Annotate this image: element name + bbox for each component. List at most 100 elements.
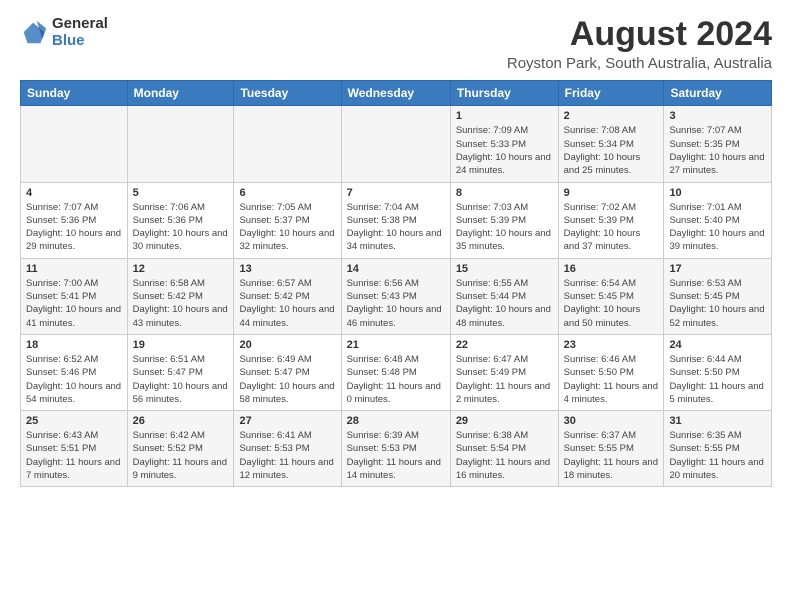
col-friday: Friday <box>558 81 664 106</box>
calendar-cell: 3 Sunrise: 7:07 AM Sunset: 5:35 PM Daylig… <box>664 106 772 182</box>
day-info: Sunrise: 6:35 AM Sunset: 5:55 PM Dayligh… <box>669 429 766 482</box>
calendar-cell: 24Sunrise: 6:44 AM Sunset: 5:50 PM Dayli… <box>664 334 772 410</box>
calendar-cell: 7 Sunrise: 7:04 AM Sunset: 5:38 PM Daylig… <box>341 182 450 258</box>
calendar-table: Sunday Monday Tuesday Wednesday Thursday… <box>20 80 772 487</box>
day-number: 5 <box>133 187 229 199</box>
calendar-cell: 5 Sunrise: 7:06 AM Sunset: 5:36 PM Daylig… <box>127 182 234 258</box>
calendar-cell: 2Sunrise: 7:08 AM Sunset: 5:34 PM Daylig… <box>558 106 664 182</box>
calendar-cell: 31Sunrise: 6:35 AM Sunset: 5:55 PM Dayli… <box>664 411 772 487</box>
day-info: Sunrise: 6:57 AM Sunset: 5:42 PM Dayligh… <box>239 277 335 330</box>
day-number: 11 <box>26 263 122 275</box>
day-info: Sunrise: 7:09 AM Sunset: 5:33 PM Dayligh… <box>456 124 553 177</box>
day-info: Sunrise: 6:53 AM Sunset: 5:45 PM Dayligh… <box>669 277 766 330</box>
calendar-cell: 14Sunrise: 6:56 AM Sunset: 5:43 PM Dayli… <box>341 258 450 334</box>
main-title: August 2024 <box>507 16 772 53</box>
day-info: Sunrise: 6:49 AM Sunset: 5:47 PM Dayligh… <box>239 353 335 406</box>
subtitle: Royston Park, South Australia, Australia <box>507 55 772 72</box>
calendar-cell: 17 Sunrise: 6:53 AM Sunset: 5:45 PM Dayli… <box>664 258 772 334</box>
calendar-cell: 11 Sunrise: 7:00 AM Sunset: 5:41 PM Dayli… <box>21 258 128 334</box>
calendar-page: General Blue August 2024 Royston Park, S… <box>0 0 792 497</box>
logo: General Blue <box>20 16 108 49</box>
calendar-cell <box>21 106 128 182</box>
day-number: 25 <box>26 415 122 427</box>
calendar-cell: 12 Sunrise: 6:58 AM Sunset: 5:42 PM Dayli… <box>127 258 234 334</box>
calendar-cell <box>127 106 234 182</box>
day-info: Sunrise: 6:48 AM Sunset: 5:48 PM Dayligh… <box>347 353 445 406</box>
calendar-cell: 4Sunrise: 7:07 AM Sunset: 5:36 PM Daylig… <box>21 182 128 258</box>
day-number: 8 <box>456 187 553 199</box>
day-number: 18 <box>26 339 122 351</box>
day-info: Sunrise: 6:46 AM Sunset: 5:50 PM Dayligh… <box>564 353 659 406</box>
day-number: 12 <box>133 263 229 275</box>
calendar-cell: 22 Sunrise: 6:47 AM Sunset: 5:49 PM Dayli… <box>450 334 558 410</box>
calendar-week-5: 25Sunrise: 6:43 AM Sunset: 5:51 PM Dayli… <box>21 411 772 487</box>
calendar-cell <box>234 106 341 182</box>
day-number: 10 <box>669 187 766 199</box>
day-number: 16 <box>564 263 659 275</box>
calendar-cell: 23 Sunrise: 6:46 AM Sunset: 5:50 PM Dayli… <box>558 334 664 410</box>
day-info: Sunrise: 6:55 AM Sunset: 5:44 PM Dayligh… <box>456 277 553 330</box>
calendar-cell: 30 Sunrise: 6:37 AM Sunset: 5:55 PM Dayli… <box>558 411 664 487</box>
day-number: 23 <box>564 339 659 351</box>
day-info: Sunrise: 7:06 AM Sunset: 5:36 PM Dayligh… <box>133 201 229 254</box>
header: General Blue August 2024 Royston Park, S… <box>20 16 772 72</box>
day-info: Sunrise: 6:42 AM Sunset: 5:52 PM Dayligh… <box>133 429 229 482</box>
col-saturday: Saturday <box>664 81 772 106</box>
day-info: Sunrise: 6:38 AM Sunset: 5:54 PM Dayligh… <box>456 429 553 482</box>
day-number: 22 <box>456 339 553 351</box>
day-info: Sunrise: 6:47 AM Sunset: 5:49 PM Dayligh… <box>456 353 553 406</box>
calendar-cell: 8 Sunrise: 7:03 AM Sunset: 5:39 PM Daylig… <box>450 182 558 258</box>
logo-text: General Blue <box>52 16 108 49</box>
calendar-cell: 16 Sunrise: 6:54 AM Sunset: 5:45 PM Dayli… <box>558 258 664 334</box>
col-thursday: Thursday <box>450 81 558 106</box>
day-number: 28 <box>347 415 445 427</box>
day-info: Sunrise: 7:01 AM Sunset: 5:40 PM Dayligh… <box>669 201 766 254</box>
col-sunday: Sunday <box>21 81 128 106</box>
title-block: August 2024 Royston Park, South Australi… <box>507 16 772 72</box>
calendar-cell <box>341 106 450 182</box>
day-number: 17 <box>669 263 766 275</box>
day-number: 19 <box>133 339 229 351</box>
calendar-week-4: 18 Sunrise: 6:52 AM Sunset: 5:46 PM Dayli… <box>21 334 772 410</box>
day-info: Sunrise: 7:08 AM Sunset: 5:34 PM Dayligh… <box>564 124 659 177</box>
logo-icon <box>20 19 48 47</box>
calendar-cell: 9 Sunrise: 7:02 AM Sunset: 5:39 PM Daylig… <box>558 182 664 258</box>
calendar-body: 1 Sunrise: 7:09 AM Sunset: 5:33 PM Daylig… <box>21 106 772 487</box>
day-info: Sunrise: 6:39 AM Sunset: 5:53 PM Dayligh… <box>347 429 445 482</box>
calendar-week-3: 11 Sunrise: 7:00 AM Sunset: 5:41 PM Dayli… <box>21 258 772 334</box>
day-number: 29 <box>456 415 553 427</box>
day-number: 9 <box>564 187 659 199</box>
calendar-header: Sunday Monday Tuesday Wednesday Thursday… <box>21 81 772 106</box>
day-info: Sunrise: 6:54 AM Sunset: 5:45 PM Dayligh… <box>564 277 659 330</box>
day-info: Sunrise: 7:05 AM Sunset: 5:37 PM Dayligh… <box>239 201 335 254</box>
day-number: 3 <box>669 110 766 122</box>
day-info: Sunrise: 7:04 AM Sunset: 5:38 PM Dayligh… <box>347 201 445 254</box>
day-info: Sunrise: 7:02 AM Sunset: 5:39 PM Dayligh… <box>564 201 659 254</box>
day-info: Sunrise: 6:58 AM Sunset: 5:42 PM Dayligh… <box>133 277 229 330</box>
day-info: Sunrise: 6:41 AM Sunset: 5:53 PM Dayligh… <box>239 429 335 482</box>
day-number: 30 <box>564 415 659 427</box>
calendar-week-1: 1 Sunrise: 7:09 AM Sunset: 5:33 PM Daylig… <box>21 106 772 182</box>
day-info: Sunrise: 6:52 AM Sunset: 5:46 PM Dayligh… <box>26 353 122 406</box>
day-info: Sunrise: 6:37 AM Sunset: 5:55 PM Dayligh… <box>564 429 659 482</box>
logo-general: General <box>52 16 108 33</box>
day-number: 1 <box>456 110 553 122</box>
col-monday: Monday <box>127 81 234 106</box>
day-info: Sunrise: 7:07 AM Sunset: 5:35 PM Dayligh… <box>669 124 766 177</box>
day-number: 21 <box>347 339 445 351</box>
header-row: Sunday Monday Tuesday Wednesday Thursday… <box>21 81 772 106</box>
day-number: 4 <box>26 187 122 199</box>
calendar-cell: 20 Sunrise: 6:49 AM Sunset: 5:47 PM Dayli… <box>234 334 341 410</box>
day-number: 13 <box>239 263 335 275</box>
calendar-cell: 29 Sunrise: 6:38 AM Sunset: 5:54 PM Dayli… <box>450 411 558 487</box>
calendar-cell: 6Sunrise: 7:05 AM Sunset: 5:37 PM Daylig… <box>234 182 341 258</box>
calendar-week-2: 4Sunrise: 7:07 AM Sunset: 5:36 PM Daylig… <box>21 182 772 258</box>
calendar-cell: 13 Sunrise: 6:57 AM Sunset: 5:42 PM Dayli… <box>234 258 341 334</box>
day-info: Sunrise: 7:00 AM Sunset: 5:41 PM Dayligh… <box>26 277 122 330</box>
calendar-cell: 15Sunrise: 6:55 AM Sunset: 5:44 PM Dayli… <box>450 258 558 334</box>
calendar-cell: 27Sunrise: 6:41 AM Sunset: 5:53 PM Dayli… <box>234 411 341 487</box>
day-number: 20 <box>239 339 335 351</box>
day-number: 7 <box>347 187 445 199</box>
day-info: Sunrise: 6:51 AM Sunset: 5:47 PM Dayligh… <box>133 353 229 406</box>
day-info: Sunrise: 7:03 AM Sunset: 5:39 PM Dayligh… <box>456 201 553 254</box>
